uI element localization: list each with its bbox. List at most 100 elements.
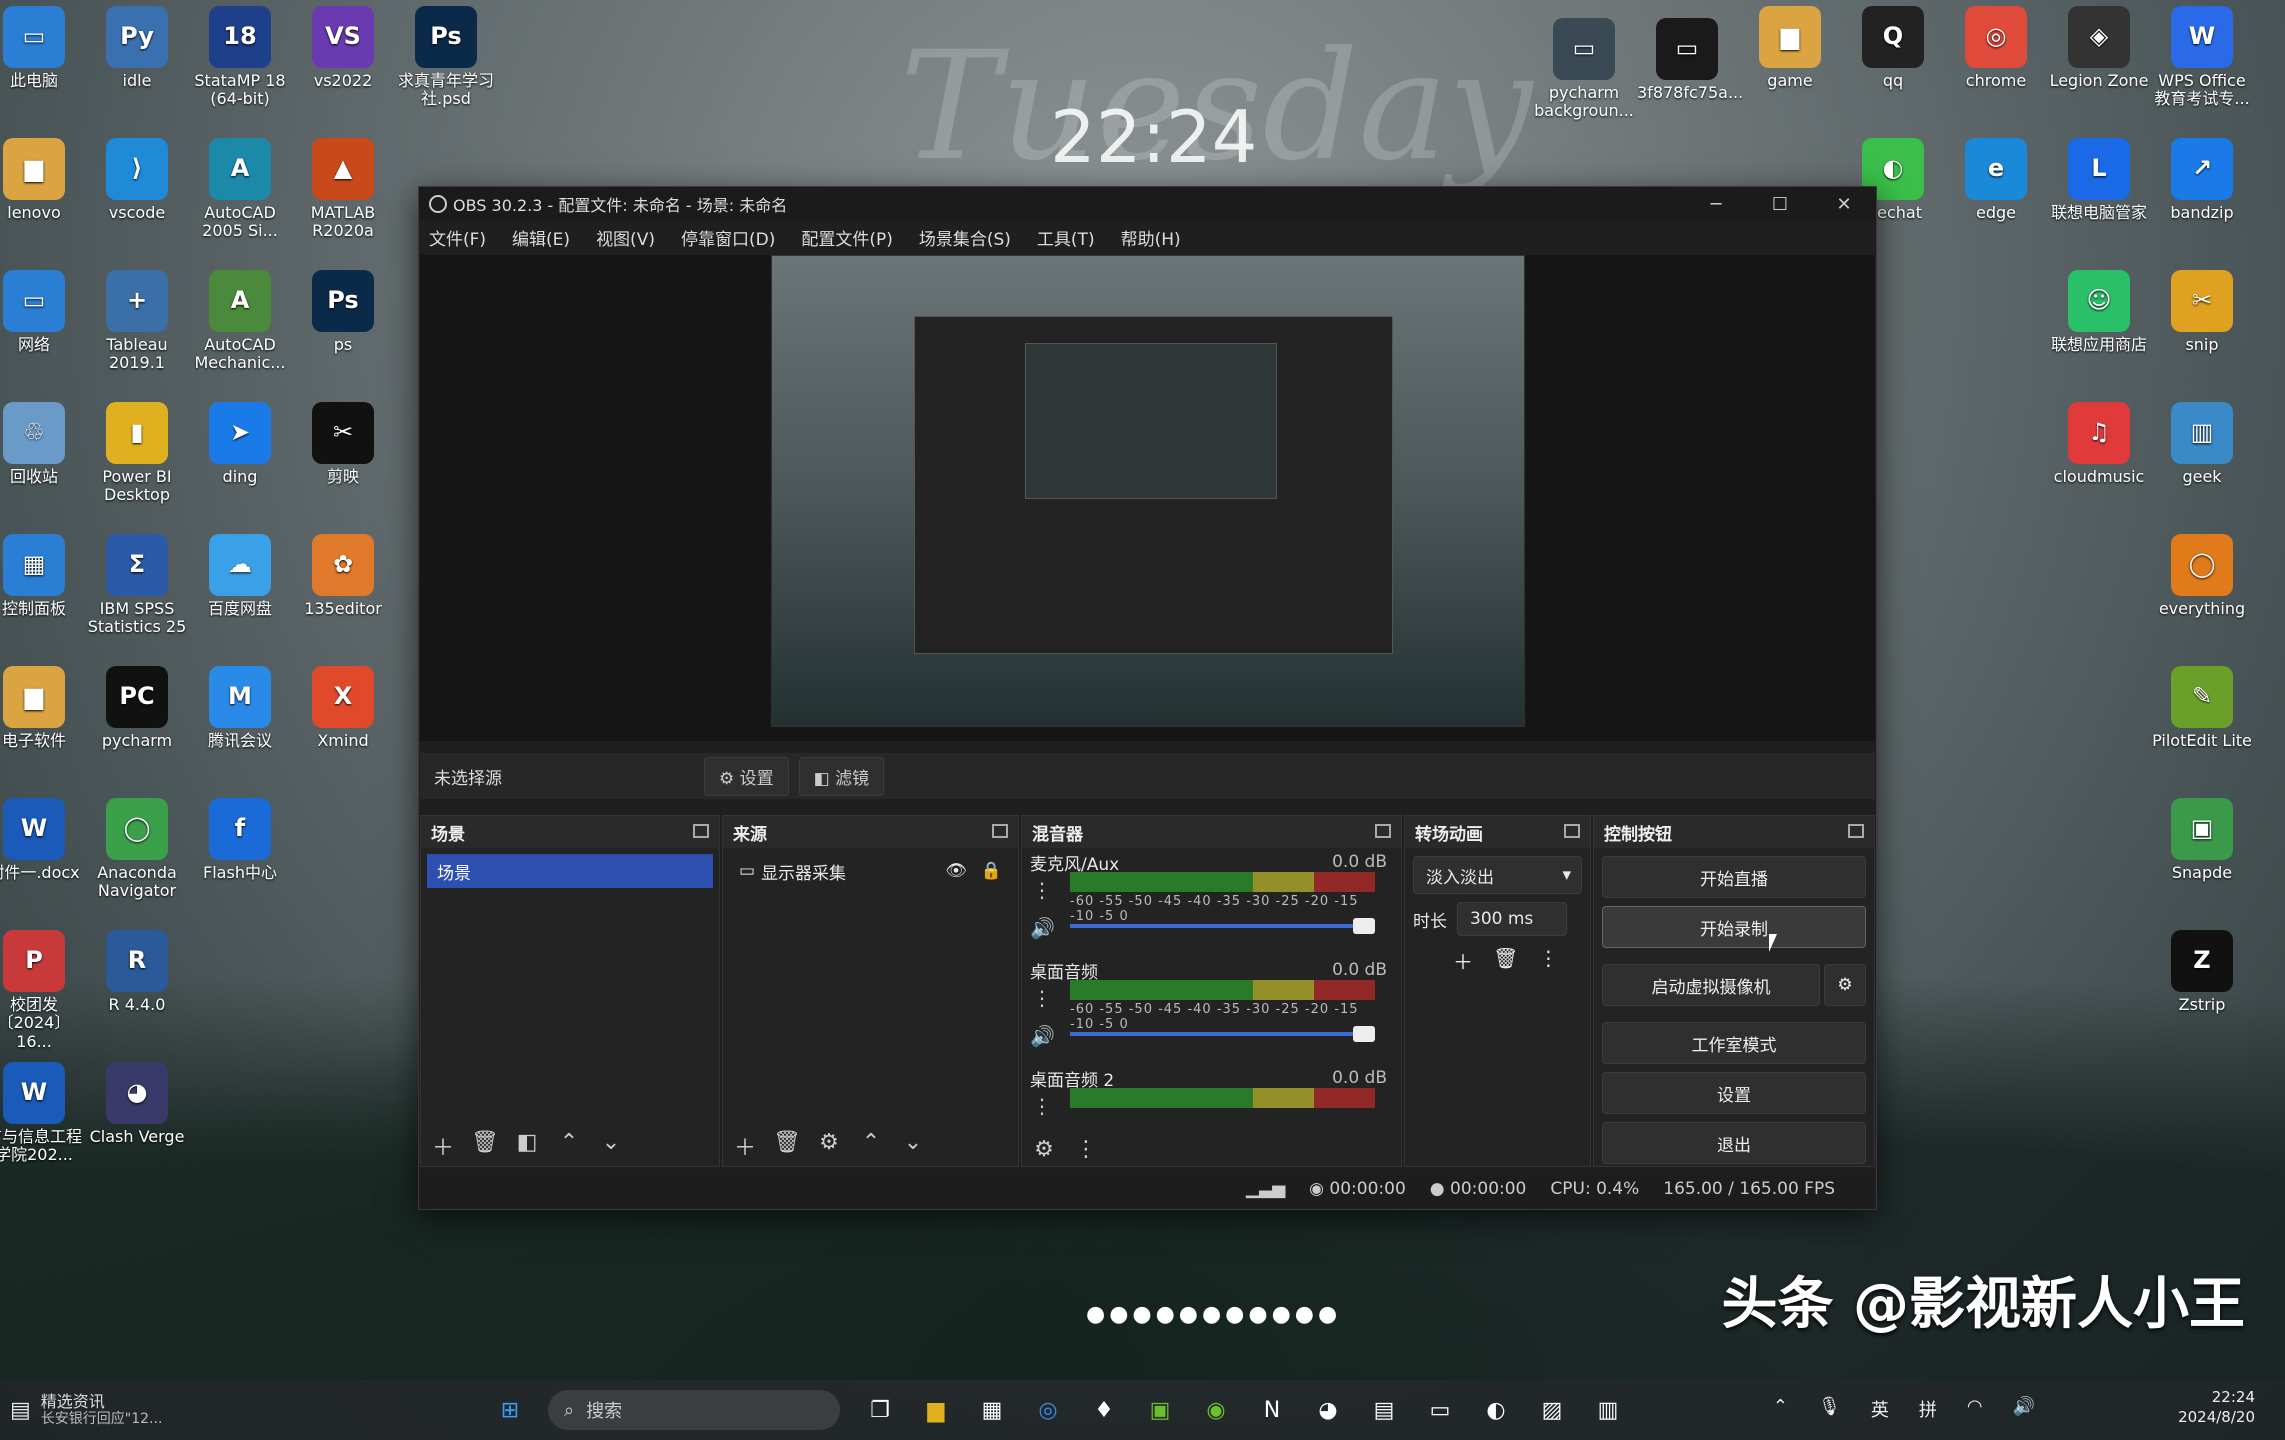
desktop-icon[interactable]: ♲ 回收站: [0, 402, 84, 486]
volume-slider[interactable]: [1070, 918, 1375, 934]
eye-icon[interactable]: 👁: [945, 861, 967, 881]
add-transition-icon[interactable]: ＋: [1453, 946, 1473, 975]
desktop-icon[interactable]: ✂ 剪映: [293, 402, 393, 486]
calculator-icon[interactable]: ▤: [1364, 1390, 1404, 1430]
close-button[interactable]: ✕: [1812, 194, 1876, 215]
volume-slider[interactable]: [1070, 1026, 1375, 1042]
minimize-button[interactable]: ─: [1684, 194, 1748, 215]
desktop-icon[interactable]: ◎ chrome: [1946, 6, 2046, 90]
lock-icon[interactable]: 🔒: [981, 861, 1002, 881]
desktop-icon[interactable]: ▭ 此电脑: [0, 6, 84, 90]
undock-icon[interactable]: [1375, 824, 1391, 838]
menu-tools[interactable]: 工具(T): [1037, 225, 1095, 250]
desktop-icon[interactable]: ◈ Legion Zone: [2049, 6, 2149, 90]
desktop-icon[interactable]: ▆ game: [1740, 6, 1840, 90]
advanced-audio-icon[interactable]: ⚙: [1028, 1137, 1060, 1162]
desktop-icon[interactable]: L 联想电脑管家: [2049, 138, 2149, 222]
show-hidden-icon[interactable]: ⌃: [1773, 1396, 1788, 1422]
desktop-icon[interactable]: ✎ PilotEdit Lite: [2152, 666, 2252, 750]
desktop-icon[interactable]: ▭ 网络: [0, 270, 84, 354]
desktop-icon[interactable]: ☺ 联想应用商店: [2049, 270, 2149, 354]
desktop-icon[interactable]: W WPS Office 教育考试专...: [2152, 6, 2252, 109]
news-widget[interactable]: 精选资讯 长安银行回应"12...: [41, 1392, 163, 1428]
desktop-icon[interactable]: M 腾讯会议: [190, 666, 290, 750]
desktop-icon[interactable]: Z Zstrip: [2152, 930, 2252, 1014]
move-up-icon[interactable]: ⌃: [553, 1130, 585, 1162]
desktop-icon[interactable]: R R 4.4.0: [87, 930, 187, 1014]
transition-menu-icon[interactable]: ⋮: [1538, 946, 1558, 975]
exit-button[interactable]: 退出: [1602, 1122, 1866, 1164]
clash-icon[interactable]: ◕: [1308, 1390, 1348, 1430]
scene-list-item[interactable]: 场景: [427, 854, 713, 888]
desktop-icon[interactable]: W 附件一.docx: [0, 798, 84, 882]
scene-filters-icon[interactable]: ◧: [511, 1130, 543, 1162]
speaker-icon[interactable]: 🔊: [1030, 916, 1055, 940]
desktop-icon[interactable]: ▮ Power BI Desktop: [87, 402, 187, 505]
volume-slider-handle[interactable]: [1353, 918, 1375, 934]
lenovo-app-icon[interactable]: ◎: [1028, 1390, 1068, 1430]
menu-file[interactable]: 文件(F): [429, 225, 486, 250]
drop-app-icon[interactable]: ♦: [1084, 1390, 1124, 1430]
desktop-icon[interactable]: ✂ snip: [2152, 270, 2252, 354]
menu-help[interactable]: 帮助(H): [1121, 225, 1181, 250]
desktop-icon[interactable]: Qqq: [1843, 6, 1943, 90]
nvidia-alt-icon[interactable]: ◉: [1196, 1390, 1236, 1430]
desktop-icon[interactable]: ☁ 百度网盘: [190, 534, 290, 618]
undock-icon[interactable]: [1848, 824, 1864, 838]
desktop-icon[interactable]: A AutoCAD Mechanic...: [190, 270, 290, 373]
mixer-menu-icon[interactable]: ⋮: [1070, 1137, 1102, 1162]
desktop-icon[interactable]: ↗ bandzip: [2152, 138, 2252, 222]
desktop-icon[interactable]: ⟩ vscode: [87, 138, 187, 222]
task-view-icon[interactable]: ❐: [860, 1390, 900, 1430]
desktop-icon[interactable]: Py idle: [87, 6, 187, 90]
desktop-icon[interactable]: ▆ lenovo: [0, 138, 84, 222]
desktop-icon[interactable]: 18 StataMP 18 (64-bit): [190, 6, 290, 109]
source-settings-button[interactable]: ⚙ 设置: [704, 756, 789, 796]
obs-taskbar-icon[interactable]: ◐: [1476, 1390, 1516, 1430]
start-virtual-camera-button[interactable]: 启动虚拟摄像机: [1602, 964, 1820, 1006]
add-source-icon[interactable]: ＋: [729, 1130, 761, 1162]
desktop-icon[interactable]: X Xmind: [293, 666, 393, 750]
desktop-icon[interactable]: Ps ps: [293, 270, 393, 354]
mic-icon[interactable]: 🎙: [1818, 1396, 1841, 1422]
volume-icon[interactable]: 🔊: [2013, 1396, 2035, 1422]
remove-scene-icon[interactable]: 🗑: [469, 1130, 501, 1162]
wifi-icon[interactable]: ◠: [1967, 1396, 1983, 1422]
desktop-icon[interactable]: ➤ ding: [190, 402, 290, 486]
language-indicator[interactable]: 英: [1871, 1396, 1889, 1422]
start-recording-button[interactable]: 开始录制: [1602, 906, 1866, 948]
store-icon[interactable]: ▦: [972, 1390, 1012, 1430]
ime-indicator[interactable]: 拼: [1919, 1396, 1937, 1422]
speaker-icon[interactable]: 🔊: [1030, 1024, 1055, 1048]
menu-scene-collection[interactable]: 场景集合(S): [919, 225, 1011, 250]
photos-icon[interactable]: ▨: [1532, 1390, 1572, 1430]
add-scene-icon[interactable]: ＋: [427, 1130, 459, 1162]
notepad-icon[interactable]: ▭: [1420, 1390, 1460, 1430]
desktop-icon[interactable]: ▦ 控制面板: [0, 534, 84, 618]
news-icon[interactable]: ▤: [10, 1398, 31, 1423]
move-down-icon[interactable]: ⌄: [897, 1130, 929, 1162]
undock-icon[interactable]: [693, 824, 709, 838]
start-streaming-button[interactable]: 开始直播: [1602, 856, 1866, 898]
undock-icon[interactable]: [992, 824, 1008, 838]
desktop-icon[interactable]: Ps 求真青年学习社.psd: [396, 6, 496, 109]
menu-view[interactable]: 视图(V): [596, 225, 655, 250]
channel-menu-icon[interactable]: ⋮: [1032, 878, 1052, 902]
desktop-icon[interactable]: W信与信息工程学院202...: [0, 1062, 84, 1165]
tray-clock[interactable]: 22:24 2024/8/20: [2178, 1388, 2255, 1427]
desktop-icon[interactable]: ◕ Clash Verge: [87, 1062, 187, 1146]
source-filters-button[interactable]: ◧ 滤镜: [798, 756, 885, 796]
desktop-icon[interactable]: A AutoCAD 2005 Si...: [190, 138, 290, 241]
maximize-button[interactable]: ☐: [1748, 194, 1812, 215]
settings-button[interactable]: 设置: [1602, 1072, 1866, 1114]
desktop-icon[interactable]: ▥ geek: [2152, 402, 2252, 486]
app-icon[interactable]: ▥: [1588, 1390, 1628, 1430]
channel-menu-icon[interactable]: ⋮: [1032, 1094, 1052, 1118]
desktop-icon[interactable]: ▲ MATLAB R2020a: [293, 138, 393, 241]
notion-icon[interactable]: N: [1252, 1390, 1292, 1430]
duration-spinbox[interactable]: 300 ms: [1457, 902, 1567, 936]
desktop-icon[interactable]: Σ IBM SPSS Statistics 25: [87, 534, 187, 637]
desktop-icon[interactable]: + Tableau 2019.1: [87, 270, 187, 373]
desktop-icon[interactable]: ✿ 135editor: [293, 534, 393, 618]
desktop-icon[interactable]: ◯ Anaconda Navigator: [87, 798, 187, 901]
